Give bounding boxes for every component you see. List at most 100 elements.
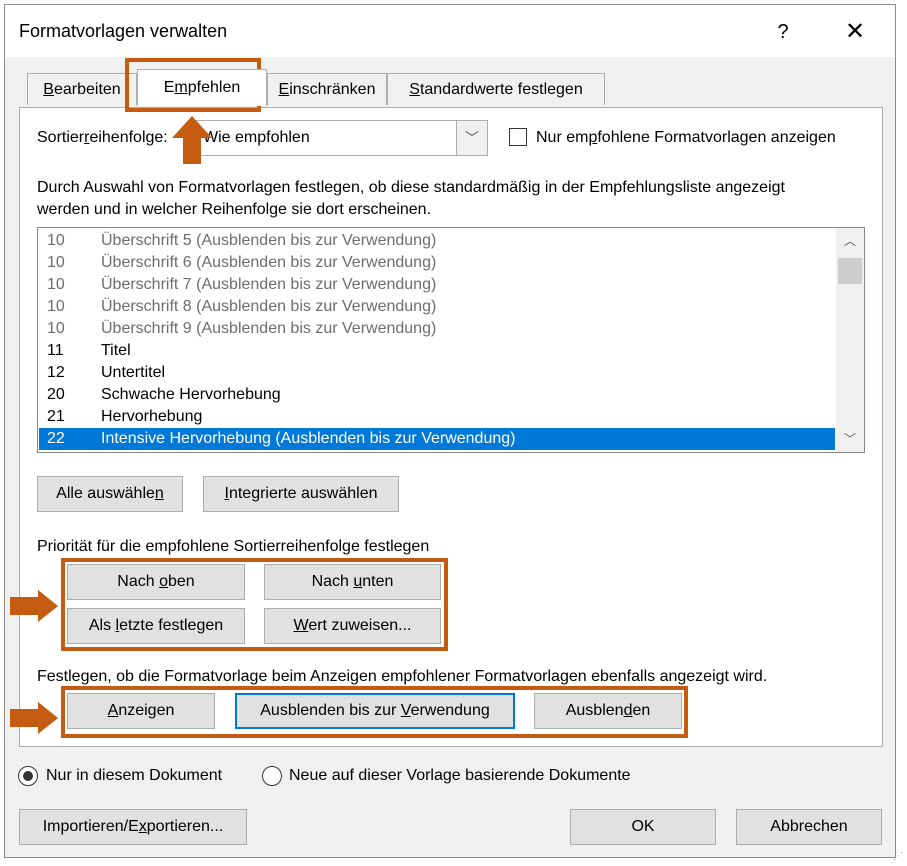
button-text: Als xyxy=(88,617,116,634)
button-text: ntegrierte auswählen xyxy=(228,485,378,502)
list-item[interactable]: 21 Hervorhebung xyxy=(39,406,835,428)
help-button[interactable]: ? xyxy=(761,15,805,49)
set-last-button[interactable]: Als letzte festlegen xyxy=(67,608,245,644)
scroll-thumb[interactable] xyxy=(838,258,862,284)
list-item[interactable]: 10 Überschrift 6 (Ausblenden bis zur Verw… xyxy=(39,252,835,274)
list-item[interactable]: 11 Titel xyxy=(39,340,835,362)
button-accel: V xyxy=(400,702,411,719)
ok-button[interactable]: OK xyxy=(570,809,716,845)
button-accel: x xyxy=(138,818,147,835)
priority-label: Priorität für die empfohlene Sortierreih… xyxy=(37,538,430,555)
button-text: ben xyxy=(168,573,195,590)
tab-label-accel: S xyxy=(409,81,420,98)
button-text: Ausblen xyxy=(565,702,624,719)
button-text: Nach xyxy=(311,573,354,590)
tab-label-accel: B xyxy=(43,81,54,98)
import-export-button[interactable]: Importieren/Exportieren... xyxy=(19,809,247,845)
move-down-button[interactable]: Nach unten xyxy=(264,564,441,600)
scroll-down-icon[interactable]: ﹀ xyxy=(836,428,864,450)
doc-only-radio[interactable] xyxy=(18,766,38,786)
tab-label-accel: m xyxy=(174,79,188,96)
style-name: Überschrift 6 (Ausblenden bis zur Verwen… xyxy=(101,254,437,271)
assign-value-button[interactable]: Wert zuweisen... xyxy=(264,608,441,644)
hide-until-used-button[interactable]: Ausblenden bis zur Verwendung xyxy=(235,693,515,729)
button-text: Alle auswähle xyxy=(56,485,155,502)
label-text: fohlene Formatvorlagen anzeigen xyxy=(597,129,836,146)
up-arrow-icon xyxy=(172,116,212,138)
select-builtin-button[interactable]: Integrierte auswählen xyxy=(203,476,399,512)
close-button[interactable]: ✕ xyxy=(833,15,877,49)
button-accel: W xyxy=(293,617,309,634)
style-name: Überschrift 5 (Ausblenden bis zur Verwen… xyxy=(101,232,437,249)
style-name: Intensive Hervorhebung (Ausblenden bis z… xyxy=(101,430,516,447)
button-text: Ausblenden bis zur xyxy=(260,702,401,719)
button-accel: A xyxy=(107,702,119,719)
hide-button[interactable]: Ausblenden xyxy=(534,693,682,729)
button-text: nten xyxy=(362,573,394,590)
priority-value: 10 xyxy=(47,320,65,337)
button-text: portieren... xyxy=(146,818,224,835)
only-recommended-label[interactable]: Nur empfohlene Formatvorlagen anzeigen xyxy=(536,129,836,147)
button-text: en xyxy=(632,702,651,719)
style-list[interactable]: 10 Überschrift 5 (Ausblenden bis zur Verw… xyxy=(37,227,865,453)
list-item[interactable]: 10 Überschrift 9 (Ausblenden bis zur Verw… xyxy=(39,318,835,340)
style-name: Überschrift 8 (Ausblenden bis zur Verwen… xyxy=(101,298,437,315)
sort-order-label: Sortierreihenfolge: xyxy=(37,129,168,147)
tab-label: inschränken xyxy=(289,81,376,98)
button-accel: n xyxy=(154,485,164,502)
up-arrow-shaft xyxy=(183,136,201,164)
sort-order-select[interactable]: Wie empfohlen ﹀ xyxy=(190,120,488,156)
style-name: Überschrift 9 (Ausblenden bis zur Verwen… xyxy=(101,320,437,337)
button-accel: o xyxy=(159,573,168,590)
tab-bearbeiten[interactable]: Bearbeiten xyxy=(27,73,137,105)
chevron-down-icon[interactable]: ﹀ xyxy=(456,121,487,155)
scroll-up-icon[interactable]: ︿ xyxy=(836,230,864,252)
list-item[interactable]: 10 Überschrift 7 (Ausblenden bis zur Verw… xyxy=(39,274,835,296)
dialog-title: Formatvorlagen verwalten xyxy=(19,21,228,41)
description-line-2: werden und in welcher Reihenfolge sie do… xyxy=(37,201,432,218)
title-bar: Formatvorlagen verwalten ? ✕ xyxy=(5,5,895,57)
description-line-1: Durch Auswahl von Formatvorlagen festleg… xyxy=(37,179,785,196)
priority-value: 10 xyxy=(47,276,65,293)
style-name: Untertitel xyxy=(101,364,166,381)
priority-value: 21 xyxy=(47,408,65,425)
button-text: Importieren/E xyxy=(42,818,139,835)
priority-value: 10 xyxy=(47,254,65,271)
show-button[interactable]: Anzeigen xyxy=(67,693,215,729)
priority-value: 22 xyxy=(47,430,65,447)
button-text: etzte festlegen xyxy=(119,617,224,634)
move-up-button[interactable]: Nach oben xyxy=(67,564,245,600)
only-recommended-checkbox[interactable] xyxy=(509,128,527,146)
list-item[interactable]: 10 Überschrift 8 (Ausblenden bis zur Verw… xyxy=(39,296,835,318)
list-item[interactable]: 12 Untertitel xyxy=(39,362,835,384)
resize-grip-icon[interactable]: ⋰ xyxy=(893,851,903,862)
label-text: Nur em xyxy=(536,129,589,146)
tab-label: E xyxy=(163,79,175,96)
style-name: Titel xyxy=(101,342,131,359)
list-item[interactable]: 20 Schwache Hervorhebung xyxy=(39,384,835,406)
list-item[interactable]: 10 Überschrift 5 (Ausblenden bis zur Verw… xyxy=(39,230,835,252)
visibility-label: Festlegen, ob die Formatvorlage beim Anz… xyxy=(37,668,768,685)
style-name: Schwache Hervorhebung xyxy=(101,386,281,403)
style-name: Hervorhebung xyxy=(101,408,203,425)
doc-only-label[interactable]: Nur in diesem Dokument xyxy=(46,767,222,785)
tab-empfehlen[interactable]: Empfehlen xyxy=(137,69,267,106)
new-docs-label[interactable]: Neue auf dieser Vorlage basierende Dokum… xyxy=(289,767,631,785)
cancel-button[interactable]: Abbrechen xyxy=(736,809,882,845)
tab-standardwerte[interactable]: Standardwerte festlegen xyxy=(387,73,605,105)
list-item-selected[interactable]: 22 Intensive Hervorhebung (Ausblenden bis… xyxy=(39,428,835,450)
tab-einschraenken[interactable]: Einschränken xyxy=(267,73,387,105)
button-accel: u xyxy=(353,573,363,590)
button-text: erwendung xyxy=(410,702,490,719)
priority-value: 11 xyxy=(47,342,64,359)
tab-label: tandardwerte festlegen xyxy=(419,81,583,98)
new-docs-radio[interactable] xyxy=(262,766,282,786)
priority-value: 10 xyxy=(47,232,65,249)
list-scrollbar[interactable]: ︿ ﹀ xyxy=(836,228,864,452)
style-name: Überschrift 7 (Ausblenden bis zur Verwen… xyxy=(101,276,437,293)
right-arrow-shaft xyxy=(10,709,38,727)
priority-value: 12 xyxy=(47,364,65,381)
select-all-button[interactable]: Alle auswählen xyxy=(37,476,183,512)
right-arrow-shaft xyxy=(10,597,38,615)
priority-value: 10 xyxy=(47,298,65,315)
